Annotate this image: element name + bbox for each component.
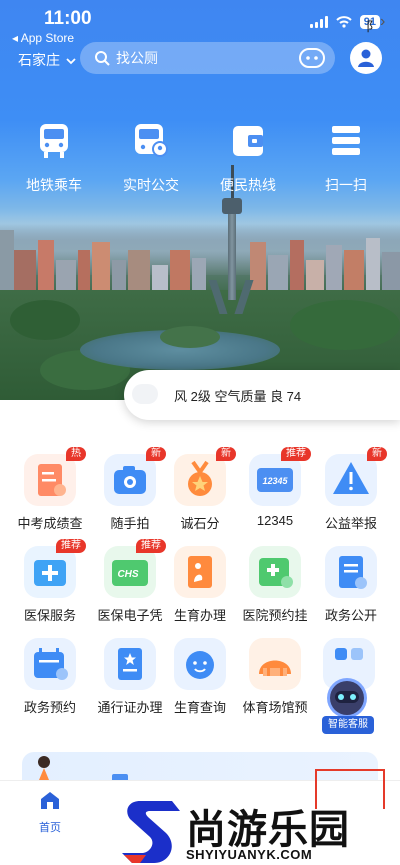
tab-home-label: 首页 bbox=[39, 822, 61, 834]
chevron-right-icon[interactable]: › bbox=[380, 13, 385, 31]
stadium-icon bbox=[249, 638, 301, 690]
quick-entry-scan[interactable]: 扫一扫 bbox=[296, 122, 396, 195]
service-report[interactable]: 新 公益举报 bbox=[311, 447, 391, 532]
service-maternity[interactable]: 生育办理 bbox=[160, 546, 240, 624]
calendar-icon bbox=[24, 638, 76, 690]
weather-more-text: 阝 bbox=[366, 19, 380, 34]
service-medical-insurance[interactable]: 推荐 医保服务 bbox=[10, 539, 90, 624]
bus-location-icon bbox=[135, 124, 168, 157]
service-label: 生育办理 bbox=[173, 608, 226, 623]
quick-entry-realtime-bus[interactable]: 实时公交 bbox=[101, 122, 201, 195]
robot-face-icon[interactable] bbox=[299, 48, 325, 68]
badge-recommend: 推荐 bbox=[56, 539, 86, 553]
service-exam-score[interactable]: 热 中考成绩查 bbox=[10, 447, 90, 532]
service-label: 随手拍 bbox=[110, 516, 150, 531]
service-label: 通行证办理 bbox=[97, 700, 163, 715]
service-label: 12345 bbox=[256, 513, 294, 528]
badge-new: 新 bbox=[367, 447, 387, 461]
badge-new: 新 bbox=[216, 447, 236, 461]
search-bar[interactable]: 找公厕 bbox=[80, 42, 335, 74]
medical-box-icon: 推荐 bbox=[24, 539, 86, 598]
weather-bar[interactable]: 风 2级 空气质量 良 74 bbox=[124, 370, 400, 420]
service-medical-voucher[interactable]: CHS 推荐 医保电子凭 bbox=[90, 539, 170, 624]
service-label: 医院预约挂 bbox=[242, 608, 308, 623]
service-label: 医保服务 bbox=[23, 608, 76, 623]
service-gov-appointment[interactable]: 政务预约 bbox=[10, 638, 90, 716]
home-icon bbox=[41, 792, 59, 809]
tab-home[interactable]: 首页 bbox=[20, 790, 80, 835]
watermark-logo-icon bbox=[122, 801, 180, 863]
service-stadium-booking[interactable]: 体育场馆预 bbox=[235, 638, 315, 716]
service-12345[interactable]: 12345 推荐 12345 bbox=[235, 447, 315, 528]
quick-entry-label: 地铁乘车 bbox=[26, 177, 82, 193]
medal-icon: 新 bbox=[174, 447, 236, 506]
wallet-icon bbox=[233, 126, 263, 156]
service-label: 政务公开 bbox=[324, 608, 377, 623]
assistant-label[interactable]: 智能客服 bbox=[322, 716, 374, 734]
warning-icon: 新 bbox=[325, 447, 387, 506]
watermark-url: SHYIYUANYK.COM bbox=[186, 847, 313, 862]
wifi-icon bbox=[336, 16, 352, 28]
camera-icon: 新 bbox=[104, 447, 166, 506]
quick-entry-label: 扫一扫 bbox=[325, 177, 367, 193]
service-label: 中考成绩查 bbox=[17, 516, 83, 531]
svg-text:12345: 12345 bbox=[262, 476, 288, 486]
cloud-icon bbox=[132, 384, 158, 404]
user-avatar-icon[interactable] bbox=[350, 42, 382, 74]
service-label: 生育查询 bbox=[173, 700, 226, 715]
service-snapshot[interactable]: 新 随手拍 bbox=[90, 447, 170, 532]
weather-text: 风 2级 空气质量 良 74 bbox=[174, 389, 302, 404]
certificate-icon: 热 bbox=[24, 447, 86, 506]
baby-face-icon bbox=[174, 638, 226, 690]
badge-hot: 热 bbox=[66, 447, 86, 461]
quick-entry-label: 便民热线 bbox=[220, 177, 276, 193]
status-time: 11:00 bbox=[44, 8, 92, 29]
service-label: 政务预约 bbox=[23, 700, 76, 715]
service-credit-score[interactable]: 新 诚石分 bbox=[160, 447, 240, 532]
site-watermark: 尚游乐园 SHYIYUANYK.COM bbox=[120, 797, 400, 865]
scan-icon bbox=[332, 126, 360, 155]
bus-icon bbox=[40, 124, 68, 158]
pass-doc-icon bbox=[104, 638, 156, 690]
city-selector[interactable]: 石家庄 bbox=[18, 50, 76, 70]
badge-recommend: 推荐 bbox=[281, 447, 311, 461]
maternity-doc-icon bbox=[174, 546, 226, 598]
chs-card-icon: CHS 推荐 bbox=[104, 539, 166, 598]
service-pass-permit[interactable]: 通行证办理 bbox=[90, 638, 170, 716]
svg-text:CHS: CHS bbox=[117, 569, 138, 580]
service-label: 医保电子凭 bbox=[97, 608, 163, 623]
search-icon bbox=[95, 51, 110, 66]
service-label: 体育场馆预 bbox=[242, 700, 308, 715]
clipboard-icon bbox=[325, 546, 377, 598]
service-gov-disclosure[interactable]: 政务公开 bbox=[311, 546, 391, 624]
hotline-card-icon: 12345 推荐 bbox=[249, 447, 311, 506]
city-label: 石家庄 bbox=[18, 52, 60, 68]
quick-entry-metro[interactable]: 地铁乘车 bbox=[4, 122, 104, 195]
quick-entry-label: 实时公交 bbox=[123, 177, 179, 193]
service-label: 诚石分 bbox=[180, 516, 220, 531]
quick-entry-hotline[interactable]: 便民热线 bbox=[198, 122, 298, 195]
hospital-calendar-icon bbox=[249, 546, 301, 598]
back-to-app-store[interactable]: ◂ App Store bbox=[12, 31, 74, 45]
search-placeholder: 找公厕 bbox=[116, 50, 158, 66]
signal-icon bbox=[309, 16, 328, 28]
service-label: 公益举报 bbox=[324, 516, 377, 531]
service-hospital-booking[interactable]: 医院预约挂 bbox=[235, 546, 315, 624]
chevron-down-icon bbox=[66, 58, 76, 65]
service-maternity-query[interactable]: 生育查询 bbox=[160, 638, 240, 716]
